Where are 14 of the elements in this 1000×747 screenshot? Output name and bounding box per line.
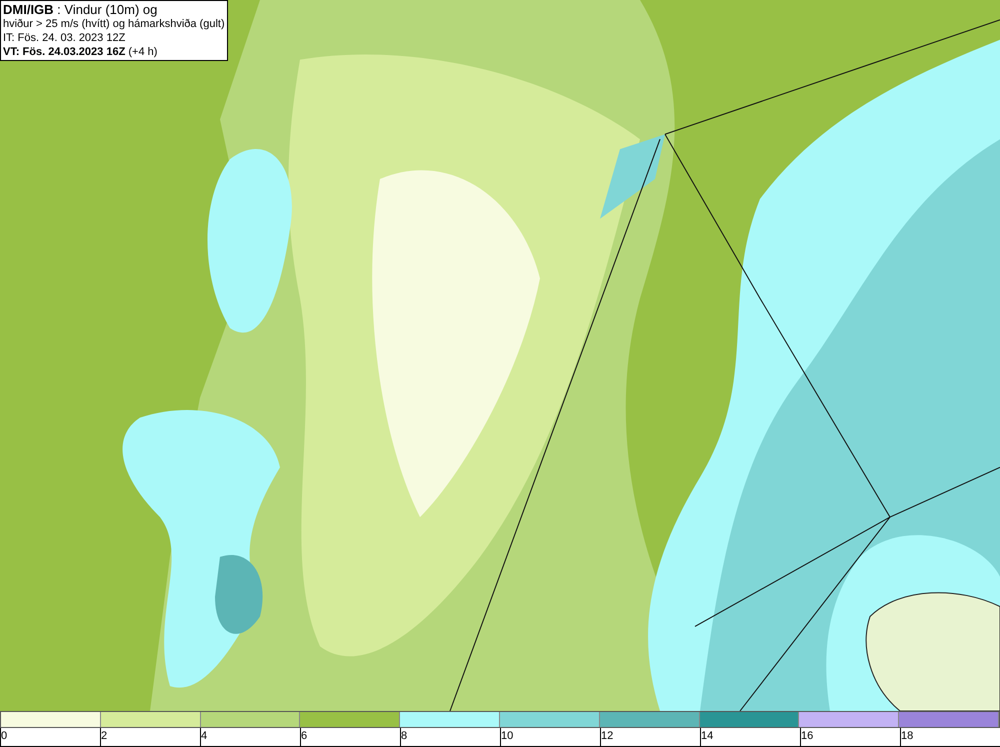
info-text: VT: Fös. 24.03.2023 16Z (+4 h): [3, 45, 158, 59]
scale-label: 6: [301, 729, 308, 744]
info-text: DMI/IGB : Vindur (10m) og: [3, 2, 158, 17]
info-text: hviður > 25 m/s (hvítt) og hámarkshviða (gult): [3, 17, 225, 31]
scale-label: 2: [101, 729, 108, 744]
scale-label: 8: [401, 729, 408, 744]
info-text: IT: Fös. 24. 03. 2023 12Z: [3, 31, 126, 45]
scale-label: 0: [1, 729, 8, 744]
scale-label: 14: [701, 729, 714, 744]
scale-label: 4: [201, 729, 208, 744]
scale-label: 12: [601, 729, 614, 744]
scale-label: 10: [501, 729, 514, 744]
scale-label: 16: [801, 729, 814, 744]
scale-label: 18: [901, 729, 914, 744]
